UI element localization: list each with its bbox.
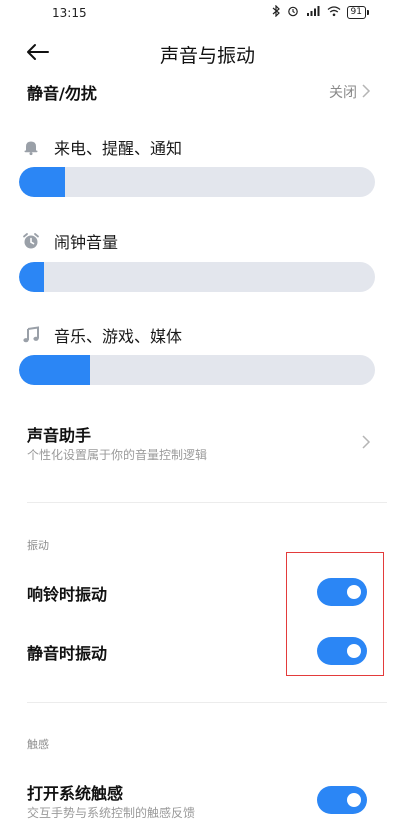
- divider: [27, 502, 387, 503]
- silent-mode-value: 关闭: [329, 85, 357, 101]
- bell-icon: [22, 138, 40, 156]
- silent-mode-title: 静音/勿扰: [27, 84, 97, 103]
- wifi-icon: [327, 5, 341, 20]
- system-haptics-title: 打开系统触感: [27, 784, 124, 803]
- vibrate-on-ring-label: 响铃时振动: [27, 585, 108, 604]
- bluetooth-icon: [272, 4, 281, 20]
- media-volume-label: 音乐、游戏、媒体: [54, 327, 183, 346]
- ring-volume-slider[interactable]: [19, 167, 375, 197]
- sound-assistant-subtitle: 个性化设置属于你的音量控制逻辑: [27, 448, 208, 462]
- alarm-volume-label-row: 闹钟音量: [22, 228, 118, 254]
- alarm-volume-label: 闹钟音量: [54, 233, 119, 252]
- vibrate-on-silent-label: 静音时振动: [27, 644, 108, 663]
- status-icons: 91: [272, 4, 369, 20]
- chevron-right-icon: [361, 83, 371, 99]
- ring-volume-label: 来电、提醒、通知: [54, 139, 183, 158]
- system-haptics-toggle[interactable]: [317, 786, 367, 814]
- chevron-right-icon: [361, 434, 371, 450]
- system-haptics-subtitle: 交互手势与系统控制的触感反馈: [27, 806, 196, 820]
- alarm-clock-icon: [22, 232, 40, 250]
- sound-vibration-screen: 13:15 91 声音与振动 静音/勿扰 关闭 来电、提醒、通知 闹钟音量 音乐…: [0, 0, 415, 830]
- divider: [27, 702, 387, 703]
- status-time: 13:15: [52, 6, 87, 20]
- media-volume-label-row: 音乐、游戏、媒体: [22, 322, 182, 348]
- battery-icon: 91: [346, 6, 369, 19]
- silent-mode-row[interactable]: 静音/勿扰 关闭: [0, 76, 415, 106]
- alarm-volume-fill: [19, 262, 44, 292]
- system-haptics-row: 打开系统触感 交互手势与系统控制的触感反馈: [0, 776, 415, 824]
- alarm-status-icon: [287, 5, 299, 20]
- cellular-signal-icon: [305, 5, 321, 20]
- haptics-section-header: 触感: [27, 738, 49, 751]
- music-note-icon: [22, 326, 40, 344]
- vibration-section-header: 振动: [27, 539, 49, 552]
- battery-level: 91: [346, 6, 366, 19]
- ring-volume-fill: [19, 167, 66, 197]
- ring-volume-label-row: 来电、提醒、通知: [22, 134, 182, 160]
- highlight-box: [286, 552, 384, 676]
- toggle-knob: [347, 793, 361, 807]
- sound-assistant-row[interactable]: 声音助手 个性化设置属于你的音量控制逻辑: [0, 418, 415, 470]
- page-title: 声音与振动: [159, 45, 255, 67]
- status-bar: 13:15 91: [0, 0, 415, 28]
- media-volume-fill: [19, 355, 91, 385]
- header: 声音与振动: [0, 30, 415, 76]
- media-volume-slider[interactable]: [19, 355, 375, 385]
- alarm-volume-slider[interactable]: [19, 262, 375, 292]
- sound-assistant-title: 声音助手: [27, 426, 92, 445]
